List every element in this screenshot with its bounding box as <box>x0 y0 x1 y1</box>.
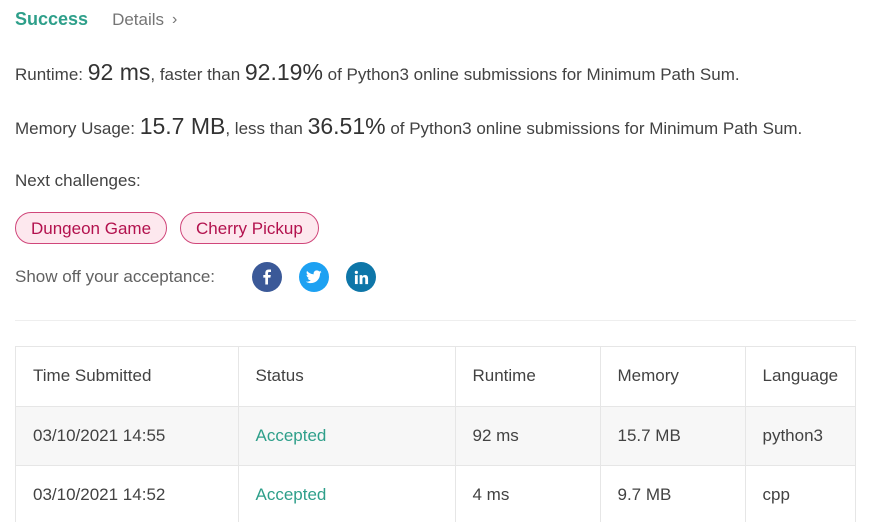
runtime-percent: 92.19% <box>244 59 323 85</box>
details-label: Details <box>112 9 165 29</box>
share-label: Show off your acceptance: <box>15 267 216 286</box>
column-header-language: Language <box>762 366 839 386</box>
section-divider <box>15 320 856 321</box>
cell-language: python3 <box>762 425 824 445</box>
column-header-time: Time Submitted <box>16 347 239 406</box>
facebook-icon[interactable] <box>252 262 282 292</box>
table-row: 03/10/2021 14:52 Accepted 4 ms 9.7 MB cp… <box>16 465 855 522</box>
cell-time: 03/10/2021 14:55 <box>16 406 239 465</box>
memory-percent: 36.51% <box>307 113 386 139</box>
runtime-suffix: of Python3 online submissions for Minimu… <box>322 65 740 84</box>
runtime-value: 92 ms <box>87 59 151 85</box>
table-row: 03/10/2021 14:55 Accepted 92 ms 15.7 MB … <box>16 406 855 465</box>
runtime-summary: Runtime: 92 ms, faster than 92.19% of Py… <box>15 59 740 86</box>
share-row: Show off your acceptance: <box>15 262 376 292</box>
submissions-table: Time Submitted Status Runtime Memory Lan… <box>15 346 856 522</box>
memory-prefix: Memory Usage: <box>15 119 140 138</box>
cell-time: 03/10/2021 14:52 <box>16 465 239 522</box>
chevron-right-icon: › <box>172 10 178 28</box>
cell-status-link[interactable]: Accepted <box>238 406 456 465</box>
column-header-status: Status <box>238 347 456 406</box>
twitter-icon[interactable] <box>299 262 329 292</box>
success-tab[interactable]: Success <box>15 9 88 30</box>
next-challenges-list: Dungeon Game Cherry Pickup <box>15 212 319 244</box>
cell-language: cpp <box>762 484 790 504</box>
challenge-chip-cherry-pickup[interactable]: Cherry Pickup <box>180 212 319 244</box>
linkedin-icon[interactable] <box>346 262 376 292</box>
result-header: Success Details › <box>15 9 177 30</box>
column-header-memory: Memory <box>600 347 746 406</box>
next-challenges-label: Next challenges: <box>15 171 141 190</box>
memory-suffix: of Python3 online submissions for Minimu… <box>385 119 803 138</box>
column-header-runtime: Runtime <box>455 347 601 406</box>
cell-runtime: 4 ms <box>455 465 601 522</box>
submission-result-page: Success Details › Runtime: 92 ms, faster… <box>0 0 876 522</box>
cell-memory: 9.7 MB <box>600 465 746 522</box>
memory-value: 15.7 MB <box>139 113 226 139</box>
runtime-mid: , faster than <box>150 65 245 84</box>
memory-summary: Memory Usage: 15.7 MB, less than 36.51% … <box>15 113 802 140</box>
cell-runtime: 92 ms <box>455 406 601 465</box>
cell-memory: 15.7 MB <box>600 406 746 465</box>
table-header-row: Time Submitted Status Runtime Memory Lan… <box>16 347 855 406</box>
details-link[interactable]: Details › <box>112 10 177 30</box>
cell-status-link[interactable]: Accepted <box>238 465 456 522</box>
challenge-chip-dungeon-game[interactable]: Dungeon Game <box>15 212 168 244</box>
runtime-prefix: Runtime: <box>15 65 88 84</box>
memory-mid: , less than <box>225 119 308 138</box>
social-buttons <box>252 262 376 292</box>
